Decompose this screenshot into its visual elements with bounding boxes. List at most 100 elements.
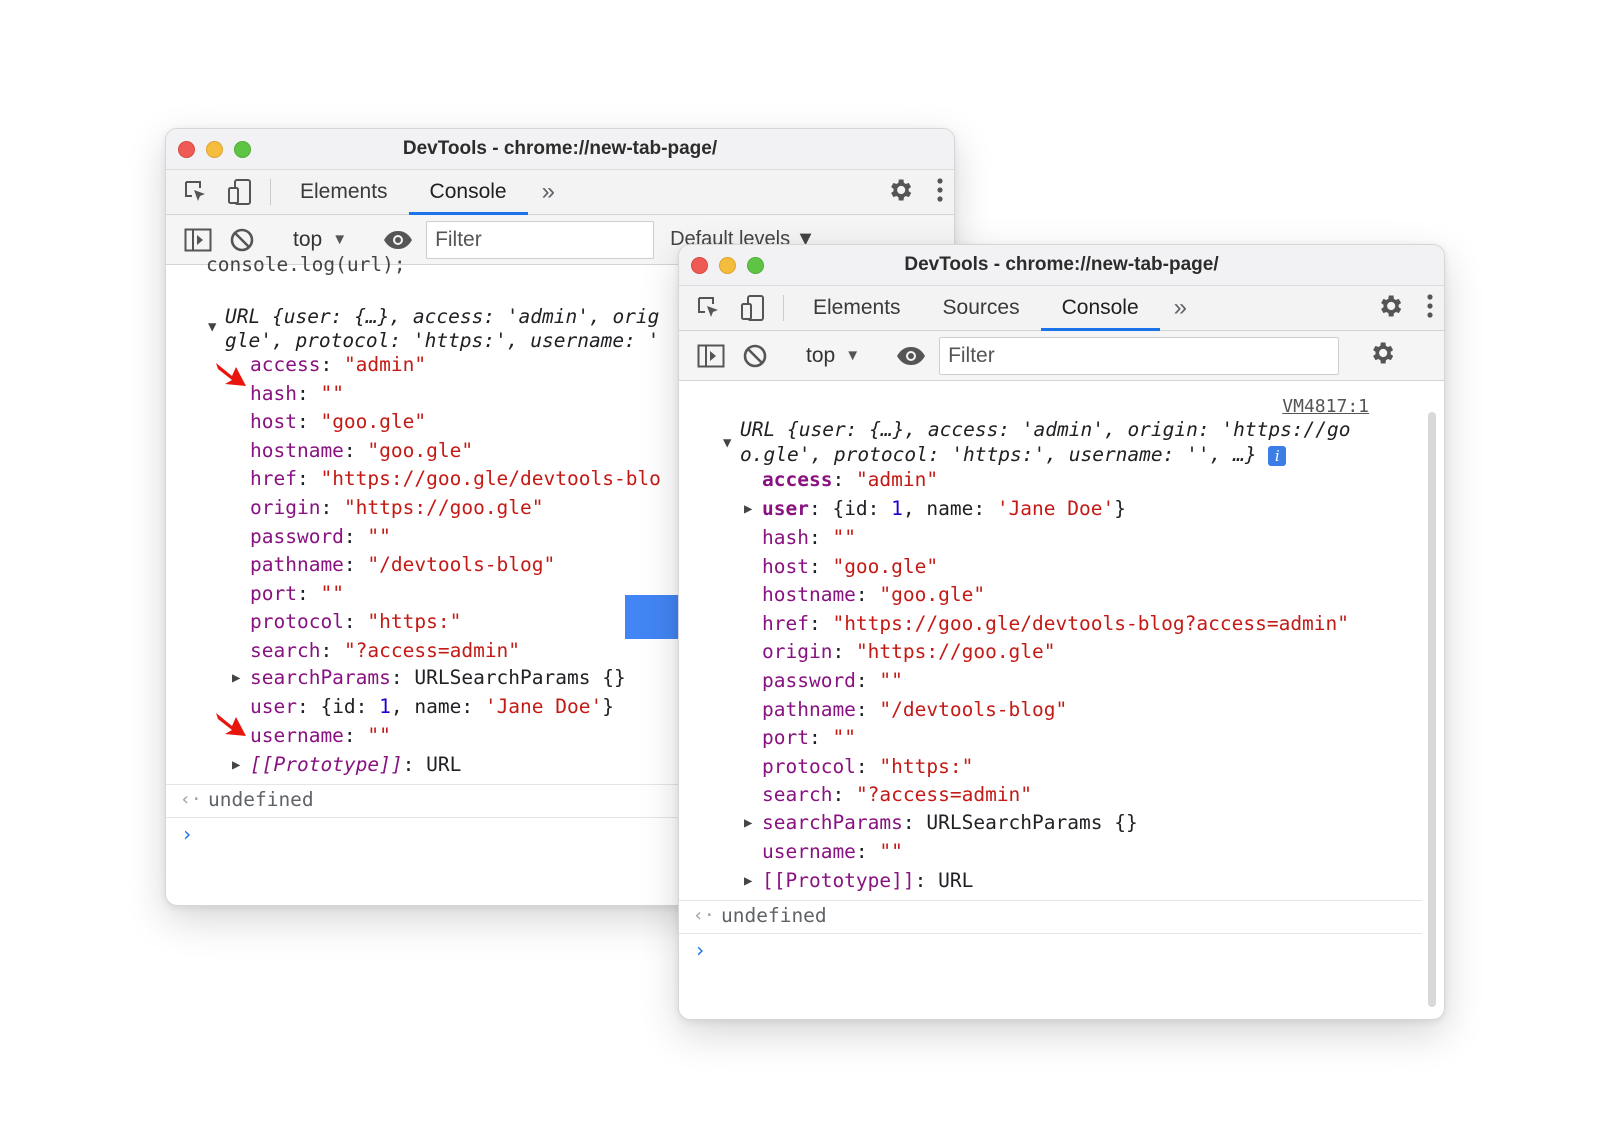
object-type: URL (225, 305, 261, 328)
close-window-button[interactable] (691, 257, 708, 274)
prop-value: "" (320, 581, 344, 605)
result-value: undefined (208, 788, 314, 811)
prop-username: username: "" (762, 840, 903, 863)
minimize-window-button[interactable] (719, 257, 736, 274)
context-selector[interactable]: top ▼ (281, 228, 359, 252)
prop-row: pathname: "/devtools-blog" (250, 553, 556, 577)
tab-elements[interactable]: Elements (792, 286, 922, 330)
settings-gear-icon[interactable] (886, 176, 914, 209)
clipped-command: console.log(url); (206, 253, 406, 276)
prop-value: "https:" (879, 754, 974, 778)
prop-row: origin: "https://goo.gle" (762, 640, 1056, 664)
result-arrow-icon: ‹· (180, 789, 202, 810)
maximize-window-button[interactable] (747, 257, 764, 274)
prop-row: href: "https://goo.gle/devtools-blog?acc… (762, 611, 1350, 635)
close-window-button[interactable] (178, 141, 195, 158)
show-sidebar-icon[interactable] (689, 336, 733, 376)
prop-key: pathname (250, 553, 344, 577)
expand-triangle-icon[interactable]: ▶ (744, 815, 752, 831)
kebab-menu-icon[interactable] (1426, 292, 1434, 325)
minimize-window-button[interactable] (206, 141, 223, 158)
prop-searchParams[interactable]: searchParams: URLSearchParams {} (762, 810, 1138, 836)
prop-row: host: "goo.gle" (762, 554, 939, 578)
tab-elements[interactable]: Elements (279, 170, 409, 214)
prop-user[interactable]: user: {id: 1, name: 'Jane Doe'} (762, 496, 1126, 522)
prop-value: "/devtools-blog" (367, 553, 556, 577)
prop-value: "" (832, 526, 856, 549)
console-prompt[interactable]: › (181, 822, 193, 846)
object-type: URL (740, 418, 776, 441)
filter-input[interactable] (426, 220, 655, 259)
prop-row: search: "?access=admin" (762, 783, 1033, 807)
expand-triangle-icon[interactable]: ▶ (744, 873, 752, 889)
window-title: DevTools - chrome://new-tab-page/ (402, 138, 718, 159)
inspect-element-icon[interactable] (687, 286, 731, 330)
object-summary-line2: o.gle', protocol: 'https:', username: ''… (740, 442, 1287, 468)
prop-key: protocol (762, 754, 856, 778)
expand-triangle-icon[interactable]: ▶ (232, 757, 240, 773)
separator (270, 179, 271, 205)
prop-key: search (250, 639, 321, 662)
collapse-triangle-icon[interactable]: ▼ (723, 435, 731, 451)
prop-row: origin: "https://goo.gle" (250, 496, 544, 519)
prop-key: hostname (762, 583, 856, 607)
console-prompt[interactable]: › (694, 938, 706, 962)
context-selector[interactable]: top ▼ (794, 344, 872, 368)
console-settings-gear-icon[interactable] (1368, 339, 1396, 372)
context-value: top (806, 343, 836, 367)
expand-triangle-icon[interactable]: ▶ (744, 501, 752, 517)
red-annotation-arrow-icon (216, 363, 246, 386)
more-tabs-chevron-icon[interactable]: » (528, 170, 569, 214)
prop-value: "https:" (367, 610, 462, 634)
maximize-window-button[interactable] (234, 141, 251, 158)
tab-console[interactable]: Console (1040, 286, 1160, 331)
window-controls (178, 141, 251, 158)
settings-gear-icon[interactable] (1376, 292, 1404, 325)
prop-value: "goo.gle" (879, 583, 986, 607)
kebab-menu-icon[interactable] (936, 176, 944, 209)
prop-prototype[interactable]: [[Prototype]]: URL (250, 752, 461, 778)
prop-searchParams[interactable]: searchParams: URLSearchParams {} (250, 665, 626, 691)
device-toolbar-icon[interactable] (218, 170, 262, 214)
prop-key: origin (762, 640, 833, 664)
inspect-element-icon[interactable] (174, 170, 218, 214)
object-summary-line1[interactable]: URL {user: {…}, access: 'admin', origin:… (740, 417, 1351, 443)
prop-row: hash: "" (762, 526, 856, 549)
console-toolbar: top ▼ (679, 331, 1444, 381)
prop-key: port (762, 726, 809, 750)
console-scrollbar[interactable] (1428, 412, 1436, 1007)
prop-row: hash: "" (250, 381, 344, 405)
info-icon[interactable]: i (1268, 445, 1287, 466)
collapse-triangle-icon[interactable]: ▼ (208, 319, 216, 335)
prop-row: password: "" (762, 669, 903, 692)
prop-key: host (762, 554, 809, 578)
more-tabs-chevron-icon[interactable]: » (1160, 286, 1201, 330)
prop-value: "?access=admin" (855, 783, 1033, 807)
clear-console-icon[interactable] (733, 336, 777, 376)
prop-key: port (250, 581, 297, 605)
prop-key: hash (250, 381, 297, 405)
prop-key: href (250, 467, 297, 491)
prop-value: "" (367, 524, 391, 548)
live-expression-eye-icon[interactable] (889, 336, 933, 376)
tab-console[interactable]: Console (408, 170, 528, 215)
separator (783, 295, 784, 321)
main-tab-bar: Elements Console » (166, 170, 954, 215)
prop-value: "admin" (343, 353, 427, 376)
prop-key: host (250, 410, 297, 434)
prop-prototype[interactable]: [[Prototype]]: URL (762, 868, 973, 894)
filter-input[interactable] (939, 336, 1340, 375)
prop-value: "goo.gle" (320, 410, 427, 434)
prop-value: "https://goo.gle" (855, 640, 1056, 664)
expand-triangle-icon[interactable]: ▶ (232, 670, 240, 686)
prop-key: protocol (250, 610, 344, 634)
prop-key: hash (762, 526, 809, 549)
prop-user[interactable]: user: {id: 1, name: 'Jane Doe'} (250, 694, 614, 720)
object-summary-line1[interactable]: URL {user: {…}, access: 'admin', orig (225, 304, 659, 330)
prop-row: hostname: "goo.gle" (250, 438, 474, 462)
tab-sources[interactable]: Sources (922, 286, 1041, 330)
source-link[interactable]: VM4817:1 (1282, 396, 1369, 417)
device-toolbar-icon[interactable] (731, 286, 775, 330)
object-summary-line2: gle', protocol: 'https:', username: ' (225, 329, 660, 352)
object-preview: {user: {…}, access: 'admin', origin: 'ht… (786, 418, 1351, 441)
